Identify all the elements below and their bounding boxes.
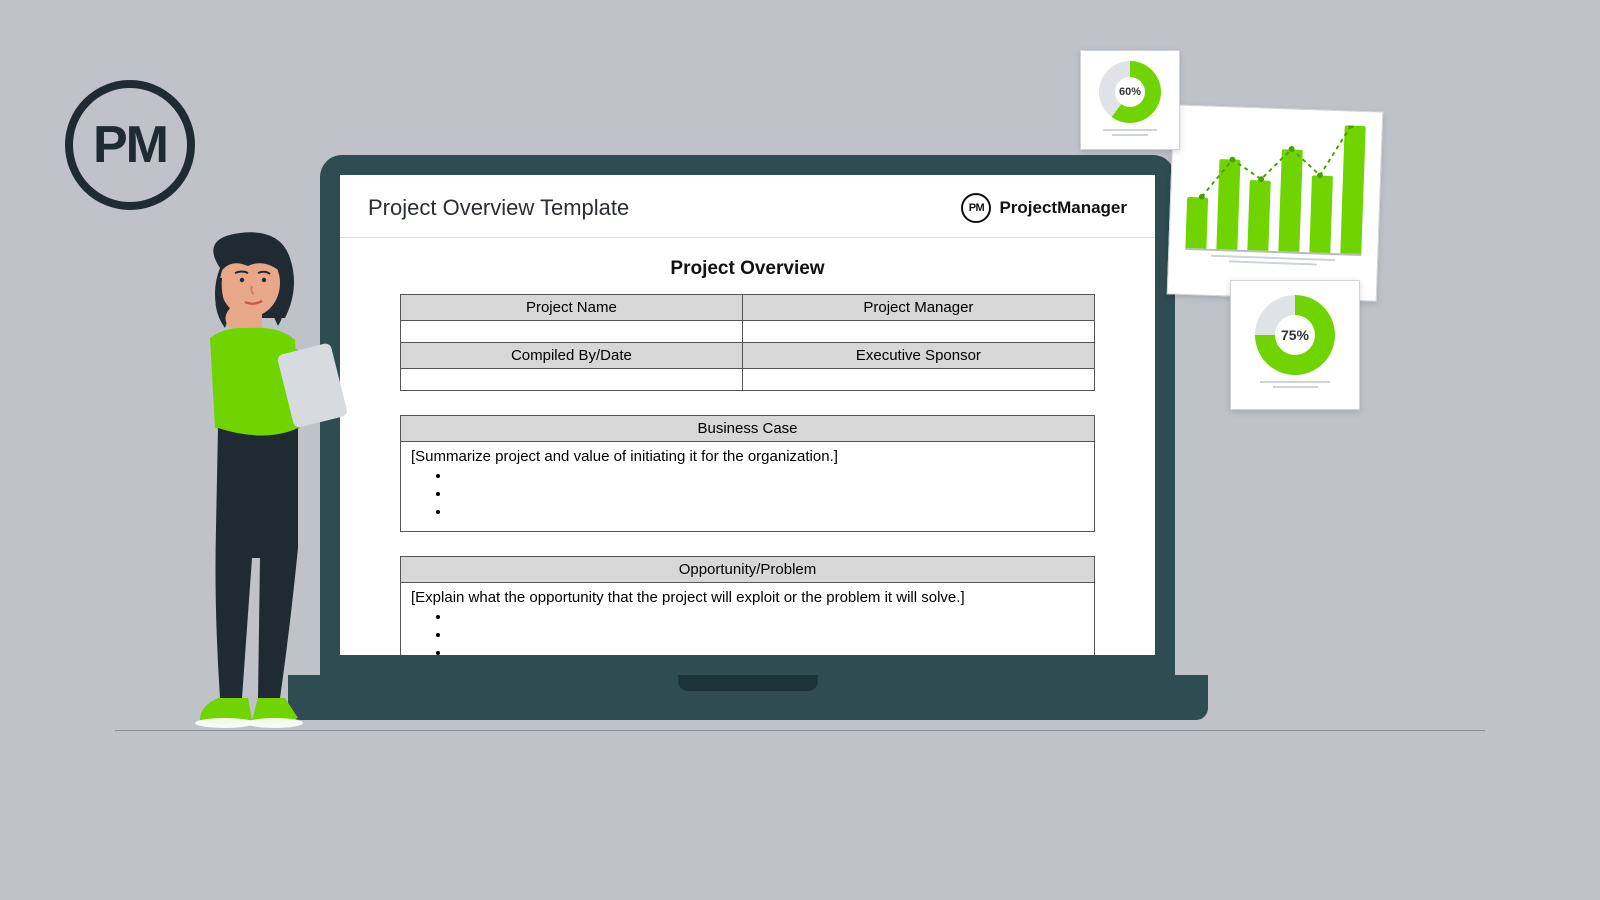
cell-executive-sponsor[interactable] [742, 369, 1094, 391]
list-item [451, 644, 1084, 655]
opportunity-bullets [411, 608, 1084, 655]
opportunity-section: Opportunity/Problem [Explain what the op… [400, 556, 1095, 655]
header-executive-sponsor: Executive Sponsor [742, 343, 1094, 369]
document-title: Project Overview Template [368, 195, 629, 221]
bar [1309, 175, 1333, 252]
laptop-frame: Project Overview Template PM ProjectMana… [320, 155, 1175, 720]
overview-heading: Project Overview [400, 258, 1095, 280]
cell-compiled-by[interactable] [401, 369, 743, 391]
card-caption-lines [1185, 254, 1361, 267]
bar [1340, 125, 1365, 254]
document: Project Overview Template PM ProjectMana… [340, 175, 1155, 655]
card-caption-lines [1245, 381, 1345, 388]
list-item [451, 608, 1084, 626]
donut-75-card: 75% [1230, 280, 1360, 410]
document-header: Project Overview Template PM ProjectMana… [340, 175, 1155, 238]
header-project-name: Project Name [401, 295, 743, 321]
donut-chart-icon: 75% [1255, 295, 1335, 375]
opportunity-title: Opportunity/Problem [401, 557, 1095, 583]
bar [1278, 149, 1303, 252]
business-case-section: Business Case [Summarize project and val… [400, 415, 1095, 532]
business-case-bullets [411, 467, 1084, 521]
cell-project-manager[interactable] [742, 321, 1094, 343]
brand: PM ProjectManager [961, 193, 1127, 223]
card-caption-lines [1091, 129, 1169, 136]
business-case-title: Business Case [401, 416, 1095, 442]
brand-badge-icon: PM [961, 193, 991, 223]
opportunity-placeholder: [Explain what the opportunity that the p… [411, 589, 965, 606]
document-body: Project Overview Project Name Project Ma… [340, 238, 1155, 655]
bar [1185, 197, 1208, 249]
donut-60-card: 60% [1080, 50, 1180, 150]
info-table: Project Name Project Manager Compiled By… [400, 294, 1095, 391]
laptop-notch [678, 675, 818, 691]
donut-75-label: 75% [1255, 295, 1335, 375]
bar [1247, 180, 1270, 251]
trend-line [1185, 120, 1365, 253]
donut-chart-icon: 60% [1099, 61, 1161, 123]
laptop-screen: Project Overview Template PM ProjectMana… [320, 155, 1175, 675]
pm-logo-text: PM [93, 115, 167, 175]
bar-chart-card [1167, 104, 1384, 301]
pm-logo-icon: PM [65, 80, 195, 210]
list-item [451, 467, 1084, 485]
brand-text: ProjectManager [999, 198, 1127, 218]
donut-60-label: 60% [1099, 61, 1161, 123]
bar-chart [1185, 120, 1365, 256]
bar [1216, 159, 1240, 249]
opportunity-body[interactable]: [Explain what the opportunity that the p… [401, 583, 1095, 656]
list-item [451, 485, 1084, 503]
business-case-placeholder: [Summarize project and value of initiati… [411, 448, 838, 465]
header-project-manager: Project Manager [742, 295, 1094, 321]
list-item [451, 503, 1084, 521]
list-item [451, 626, 1084, 644]
person-illustration [170, 228, 360, 738]
header-compiled-by: Compiled By/Date [401, 343, 743, 369]
cell-project-name[interactable] [401, 321, 743, 343]
laptop-base [288, 675, 1208, 720]
business-case-body[interactable]: [Summarize project and value of initiati… [401, 442, 1095, 532]
